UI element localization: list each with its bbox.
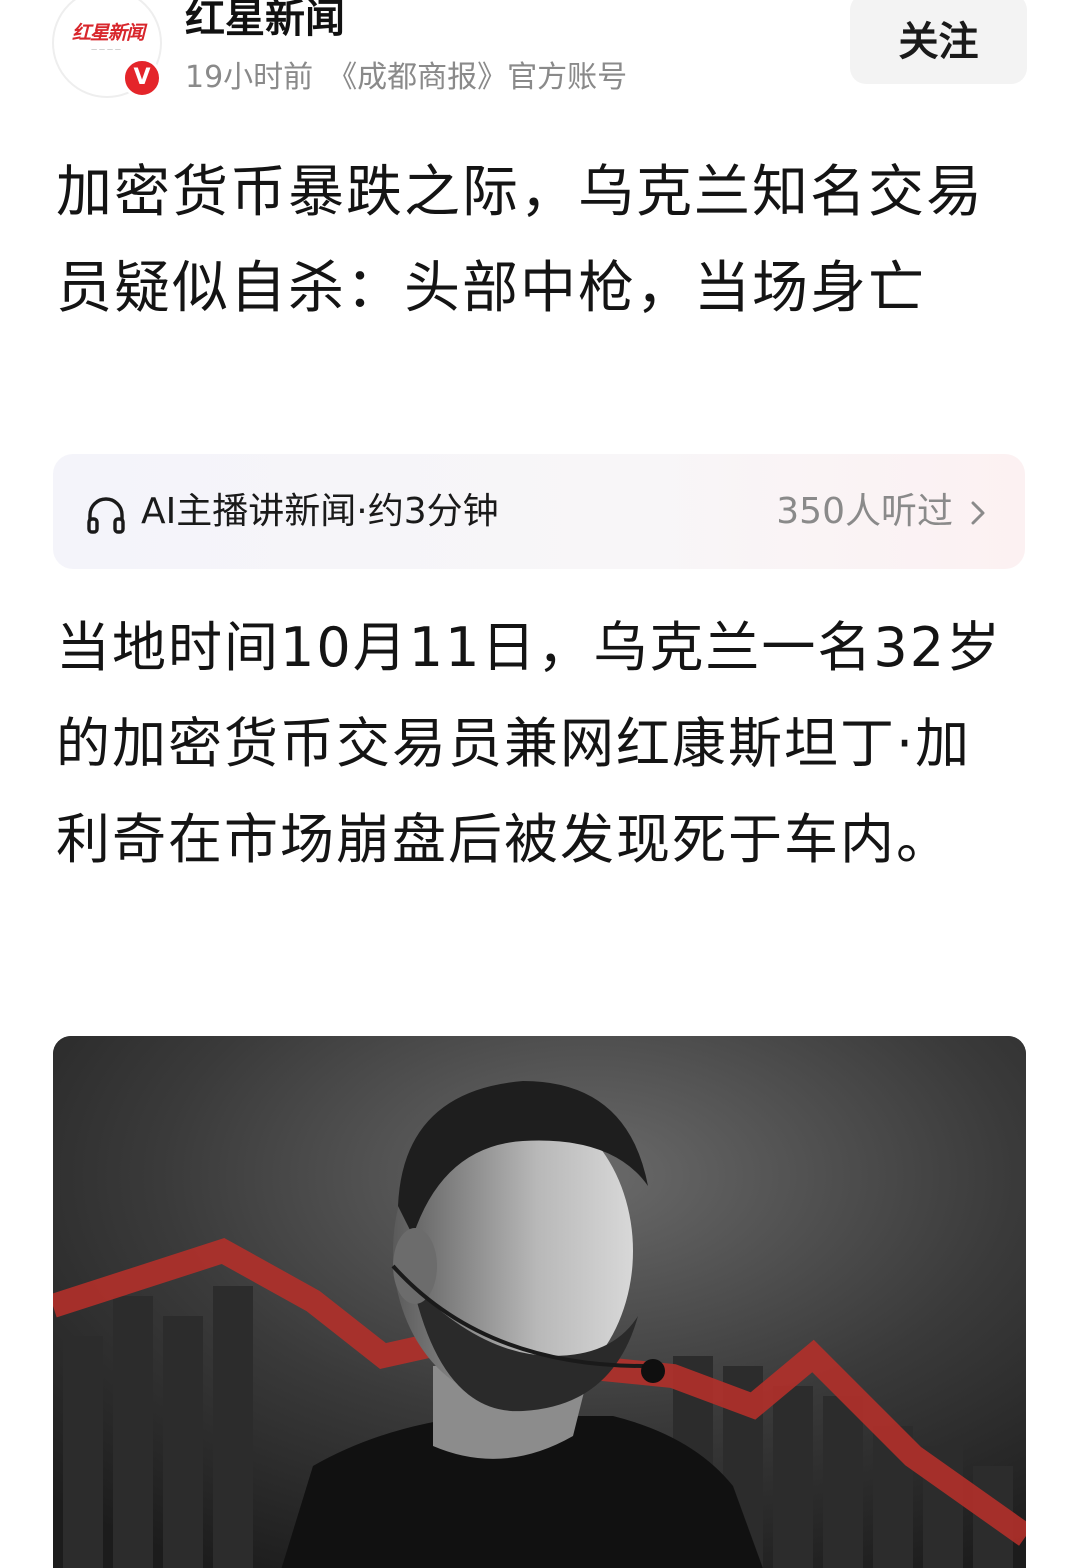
- chevron-right-icon: [971, 501, 985, 525]
- verified-badge-icon: V: [122, 58, 162, 98]
- account-source: 《成都商报》官方账号: [327, 60, 628, 95]
- account-header: 红星新闻 — — — — V 红星新闻 19小时前 《成都商报》官方账号 关注: [0, 0, 1080, 110]
- article-title: 加密货币暴跌之际，乌克兰知名交易员疑似自杀：头部中枪，当场身亡: [56, 160, 984, 321]
- post-meta: 19小时前 《成都商报》官方账号: [185, 58, 627, 98]
- ai-audio-player[interactable]: AI主播讲新闻·约3分钟 350人听过: [53, 454, 1025, 569]
- article-photo[interactable]: [53, 1036, 1026, 1568]
- follow-button[interactable]: 关注: [850, 0, 1027, 84]
- account-name[interactable]: 红星新闻: [185, 0, 345, 44]
- audio-label: AI主播讲新闻·约3分钟: [141, 491, 499, 532]
- headphone-icon: [87, 497, 125, 534]
- photo-illustration: [53, 1036, 1026, 1568]
- brand-logo: 红星新闻: [71, 22, 145, 44]
- listener-count: 350人听过: [776, 491, 953, 532]
- logo-tagline-icon: — — — —: [91, 46, 121, 53]
- article-paragraph: 当地时间10月11日，乌克兰一名32岁的加密货币交易员兼网红康斯坦丁·加利奇在市…: [56, 616, 1003, 871]
- article-page: 红星新闻 — — — — V 红星新闻 19小时前 《成都商报》官方账号 关注 加…: [0, 0, 1080, 1568]
- post-time: 19小时前: [185, 60, 314, 95]
